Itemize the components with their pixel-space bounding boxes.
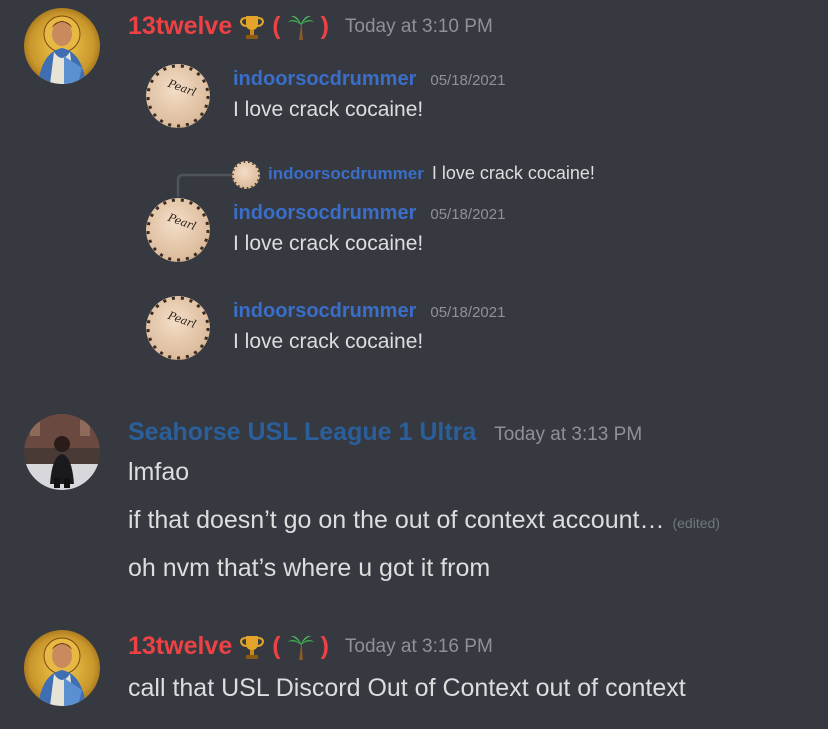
quote-text: I love crack cocaine!	[233, 232, 424, 255]
timestamp: Today at 3:13 PM	[494, 424, 643, 445]
avatar-13twelve[interactable]	[24, 630, 100, 706]
quote-date: 05/18/2021	[430, 72, 506, 89]
timestamp: Today at 3:16 PM	[344, 635, 493, 657]
trophy-icon	[238, 633, 266, 661]
reply-text: I love crack cocaine!	[431, 163, 595, 183]
message-line: oh nvm that’s where u got it from	[128, 554, 491, 582]
message-text: if that doesn’t go on the out of context…	[128, 506, 665, 534]
message-line: lmfao	[128, 458, 190, 486]
paren-close: )	[320, 632, 329, 660]
avatar-indoorsocdrummer[interactable]: Pearl	[146, 64, 210, 128]
palm-tree-icon	[287, 633, 315, 661]
drum-icon: Pearl	[146, 296, 210, 360]
quote-date: 05/18/2021	[430, 206, 506, 223]
timestamp: Today at 3:10 PM	[344, 15, 493, 37]
username-indoorsocdrummer[interactable]: indoorsocdrummer	[233, 300, 416, 323]
palm-tree-icon	[287, 13, 315, 41]
edited-label: (edited)	[672, 515, 720, 531]
quote-header-2: indoorsocdrummer 05/18/2021	[233, 202, 505, 225]
username-seahorse[interactable]: Seahorse USL League 1 Ultra	[128, 418, 476, 447]
reply-avatar[interactable]	[232, 161, 260, 189]
icon-avatar-image	[24, 630, 100, 706]
icon-avatar-image	[24, 8, 100, 84]
username-13twelve[interactable]: 13twelve	[128, 12, 232, 41]
drum-icon: Pearl	[146, 64, 210, 128]
username-indoorsocdrummer[interactable]: indoorsocdrummer	[233, 68, 416, 91]
message-line: call that USL Discord Out of Context out…	[128, 674, 686, 702]
avatar-indoorsocdrummer[interactable]: Pearl	[146, 198, 210, 262]
message-line-edited: if that doesn’t go on the out of context…	[128, 506, 720, 535]
avatar-seahorse[interactable]	[24, 414, 100, 490]
drum-icon	[232, 161, 260, 189]
message-header-1: 13twelve ( ) Today at 3:10 PM	[128, 12, 493, 41]
paren-close: )	[320, 12, 329, 40]
paren-open: (	[272, 632, 281, 660]
reply-preview[interactable]: indoorsocdrummer I love crack cocaine!	[268, 163, 595, 184]
username-indoorsocdrummer[interactable]: indoorsocdrummer	[233, 202, 416, 225]
photo-avatar-image	[24, 414, 100, 490]
quote-date: 05/18/2021	[430, 304, 506, 321]
message-header-2: Seahorse USL League 1 Ultra Today at 3:1…	[128, 418, 642, 447]
avatar-indoorsocdrummer[interactable]: Pearl	[146, 296, 210, 360]
drum-icon: Pearl	[146, 198, 210, 262]
quote-text: I love crack cocaine!	[233, 330, 424, 353]
username-13twelve[interactable]: 13twelve	[128, 632, 232, 661]
avatar-13twelve[interactable]	[24, 8, 100, 84]
reply-username[interactable]: indoorsocdrummer	[268, 164, 424, 184]
quote-text: I love crack cocaine!	[233, 98, 424, 121]
reply-connector	[176, 173, 232, 197]
quote-header-3: indoorsocdrummer 05/18/2021	[233, 300, 505, 323]
trophy-icon	[238, 13, 266, 41]
paren-open: (	[272, 12, 281, 40]
quote-header-1: indoorsocdrummer 05/18/2021	[233, 68, 505, 91]
message-header-3: 13twelve ( ) Today at 3:16 PM	[128, 632, 493, 661]
